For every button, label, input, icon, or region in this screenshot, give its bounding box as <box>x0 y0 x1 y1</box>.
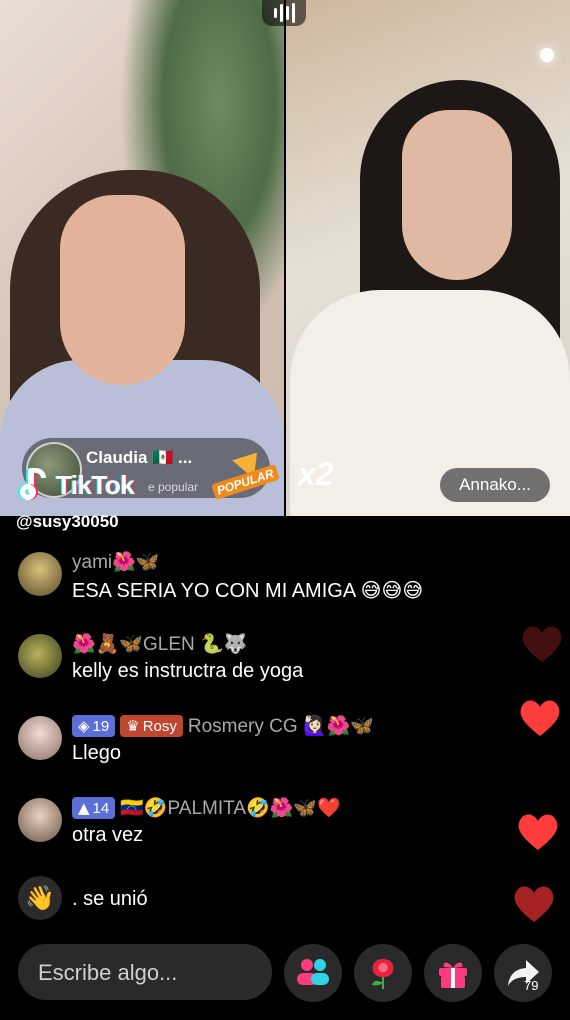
rose-gift-button[interactable] <box>354 944 412 1002</box>
host-name: Claudia 🇲🇽 ... <box>86 448 193 467</box>
host-subtitle: e popular <box>148 480 199 494</box>
level-badge-value: 14 <box>92 799 110 817</box>
share-count: 79 <box>524 978 539 993</box>
diamond-icon: ◈ <box>78 717 90 735</box>
floating-heart-icon <box>520 624 564 664</box>
rose-icon <box>372 959 394 989</box>
fan-club-label: Rosy <box>142 717 177 735</box>
floating-heart-icon <box>516 812 560 852</box>
gift-button[interactable] <box>424 944 482 1002</box>
comment-text: Llego <box>72 742 121 764</box>
guests-icon <box>297 959 329 985</box>
guest-figure-face <box>402 110 512 280</box>
wave-hand-icon: 👋 <box>18 876 62 920</box>
fan-club-icon: ♛ <box>126 717 140 735</box>
commenter-avatar[interactable] <box>18 634 62 678</box>
watermark-username: @susy30050 <box>16 512 119 531</box>
floating-heart-icon <box>512 884 556 924</box>
gift-icon <box>439 962 467 988</box>
multiplier-label: x2 <box>298 456 334 492</box>
comment-text: otra vez <box>72 824 144 846</box>
join-notice-text: . se unió <box>72 888 148 910</box>
tiktok-logo-text: TikTok <box>56 469 135 500</box>
commenter-username-row[interactable]: ▲ 14 🇻🇪🤣PALMITA🤣🌺🦋❤️ <box>72 796 341 820</box>
commenter-avatar[interactable] <box>18 552 62 596</box>
host-figure-face <box>60 195 185 385</box>
level-badge-value: 19 <box>92 717 110 735</box>
commenter-avatar[interactable] <box>18 716 62 760</box>
level-badge[interactable]: ◈ 19 <box>72 715 116 737</box>
comment-text: kelly es instructra de yoga <box>72 660 304 682</box>
floating-heart-icon <box>518 698 562 738</box>
level-badge[interactable]: ▲ 14 <box>72 797 116 819</box>
tiktok-logo: TikTok <box>20 468 135 502</box>
comment-input-box[interactable] <box>18 944 272 1002</box>
guests-button[interactable] <box>284 944 342 1002</box>
commenter-avatar[interactable] <box>18 798 62 842</box>
comment-text: ESA SERIA YO CON MI AMIGA 😅😅😅 <box>72 580 424 602</box>
commenter-username[interactable]: yami🌺🦋 <box>72 550 159 574</box>
commenter-username-row[interactable]: ◈ 19 ♛ Rosy Rosmery CG 🙋🏻‍♀️🌺🦋 <box>72 714 374 738</box>
commenter-username[interactable]: 🌺🧸🦋GLEN 🐍🐺 <box>72 632 247 656</box>
ceiling-light <box>540 48 554 62</box>
level-triangle-icon: ▲ <box>78 799 90 817</box>
share-button[interactable] <box>494 944 552 1002</box>
guest-name-chip[interactable]: Annako... <box>440 468 550 502</box>
audio-level-icon <box>262 0 306 26</box>
popular-badge[interactable]: POPULAR <box>211 443 280 500</box>
fan-club-badge[interactable]: ♛ Rosy <box>120 715 183 737</box>
tiktok-note-icon <box>20 468 50 502</box>
comment-input[interactable] <box>36 944 260 1002</box>
commenter-username[interactable]: Rosmery CG 🙋🏻‍♀️🌺🦋 <box>188 714 374 738</box>
commenter-username[interactable]: 🇻🇪🤣PALMITA🤣🌺🦋❤️ <box>120 796 340 820</box>
